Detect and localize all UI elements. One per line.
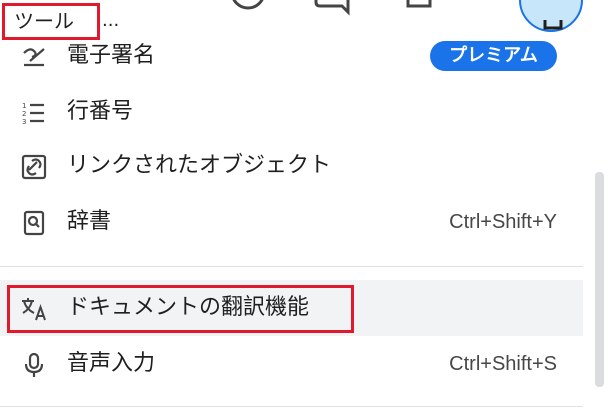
menu-item-label: リンクされたオブジェクト xyxy=(67,153,332,178)
line-numbers-icon: 1 2 3 xyxy=(22,102,44,126)
menu-scrollbar[interactable] xyxy=(595,172,604,387)
menu-overflow[interactable]: ... xyxy=(102,10,119,31)
menu-item-linked-objects[interactable]: リンクされたオブジェクト xyxy=(0,138,583,194)
translate-icon xyxy=(22,298,46,321)
menu-item-label: 音声入力 xyxy=(67,351,156,376)
menu-divider xyxy=(0,266,583,267)
menu-item-dictionary[interactable]: 辞書 Ctrl+Shift+Y xyxy=(0,194,583,250)
menu-item-line-numbers[interactable]: 1 2 3 行番号 xyxy=(0,84,583,140)
menu-item-label: ドキュメントの翻訳機能 xyxy=(67,295,310,320)
menu-item-esignature[interactable]: 電子署名 プレミアム xyxy=(0,40,583,84)
tools-menu: 電子署名 プレミアム 1 2 3 行番号 リンクされたオブジェクト 辞書 Ctr… xyxy=(0,40,595,411)
svg-text:1: 1 xyxy=(22,102,26,110)
signature-icon xyxy=(23,48,45,67)
comment-icon[interactable] xyxy=(312,0,352,16)
menu-item-translate-document[interactable]: ドキュメントの翻訳機能 xyxy=(0,280,583,336)
person-add-icon xyxy=(543,20,563,30)
menu-item-voice-typing[interactable]: 音声入力 Ctrl+Shift+S xyxy=(0,336,583,392)
shortcut-label: Ctrl+Shift+S xyxy=(449,353,557,375)
svg-text:3: 3 xyxy=(22,118,26,126)
menu-divider xyxy=(0,406,583,407)
share-button[interactable] xyxy=(519,0,583,32)
menu-tools[interactable]: ツール xyxy=(2,3,100,40)
menu-item-label: 辞書 xyxy=(67,209,112,234)
menu-item-label: 電子署名 xyxy=(67,43,156,68)
svg-text:2: 2 xyxy=(22,110,26,118)
dictionary-icon xyxy=(23,210,45,236)
shortcut-label: Ctrl+Shift+Y xyxy=(449,211,557,233)
history-icon[interactable] xyxy=(228,0,268,16)
linked-object-icon xyxy=(21,154,47,180)
meet-icon[interactable] xyxy=(404,0,444,16)
menu-item-label: 行番号 xyxy=(67,99,134,124)
premium-badge: プレミアム xyxy=(430,41,557,71)
top-toolbar: ツール ... xyxy=(0,0,610,40)
microphone-icon xyxy=(24,352,44,377)
